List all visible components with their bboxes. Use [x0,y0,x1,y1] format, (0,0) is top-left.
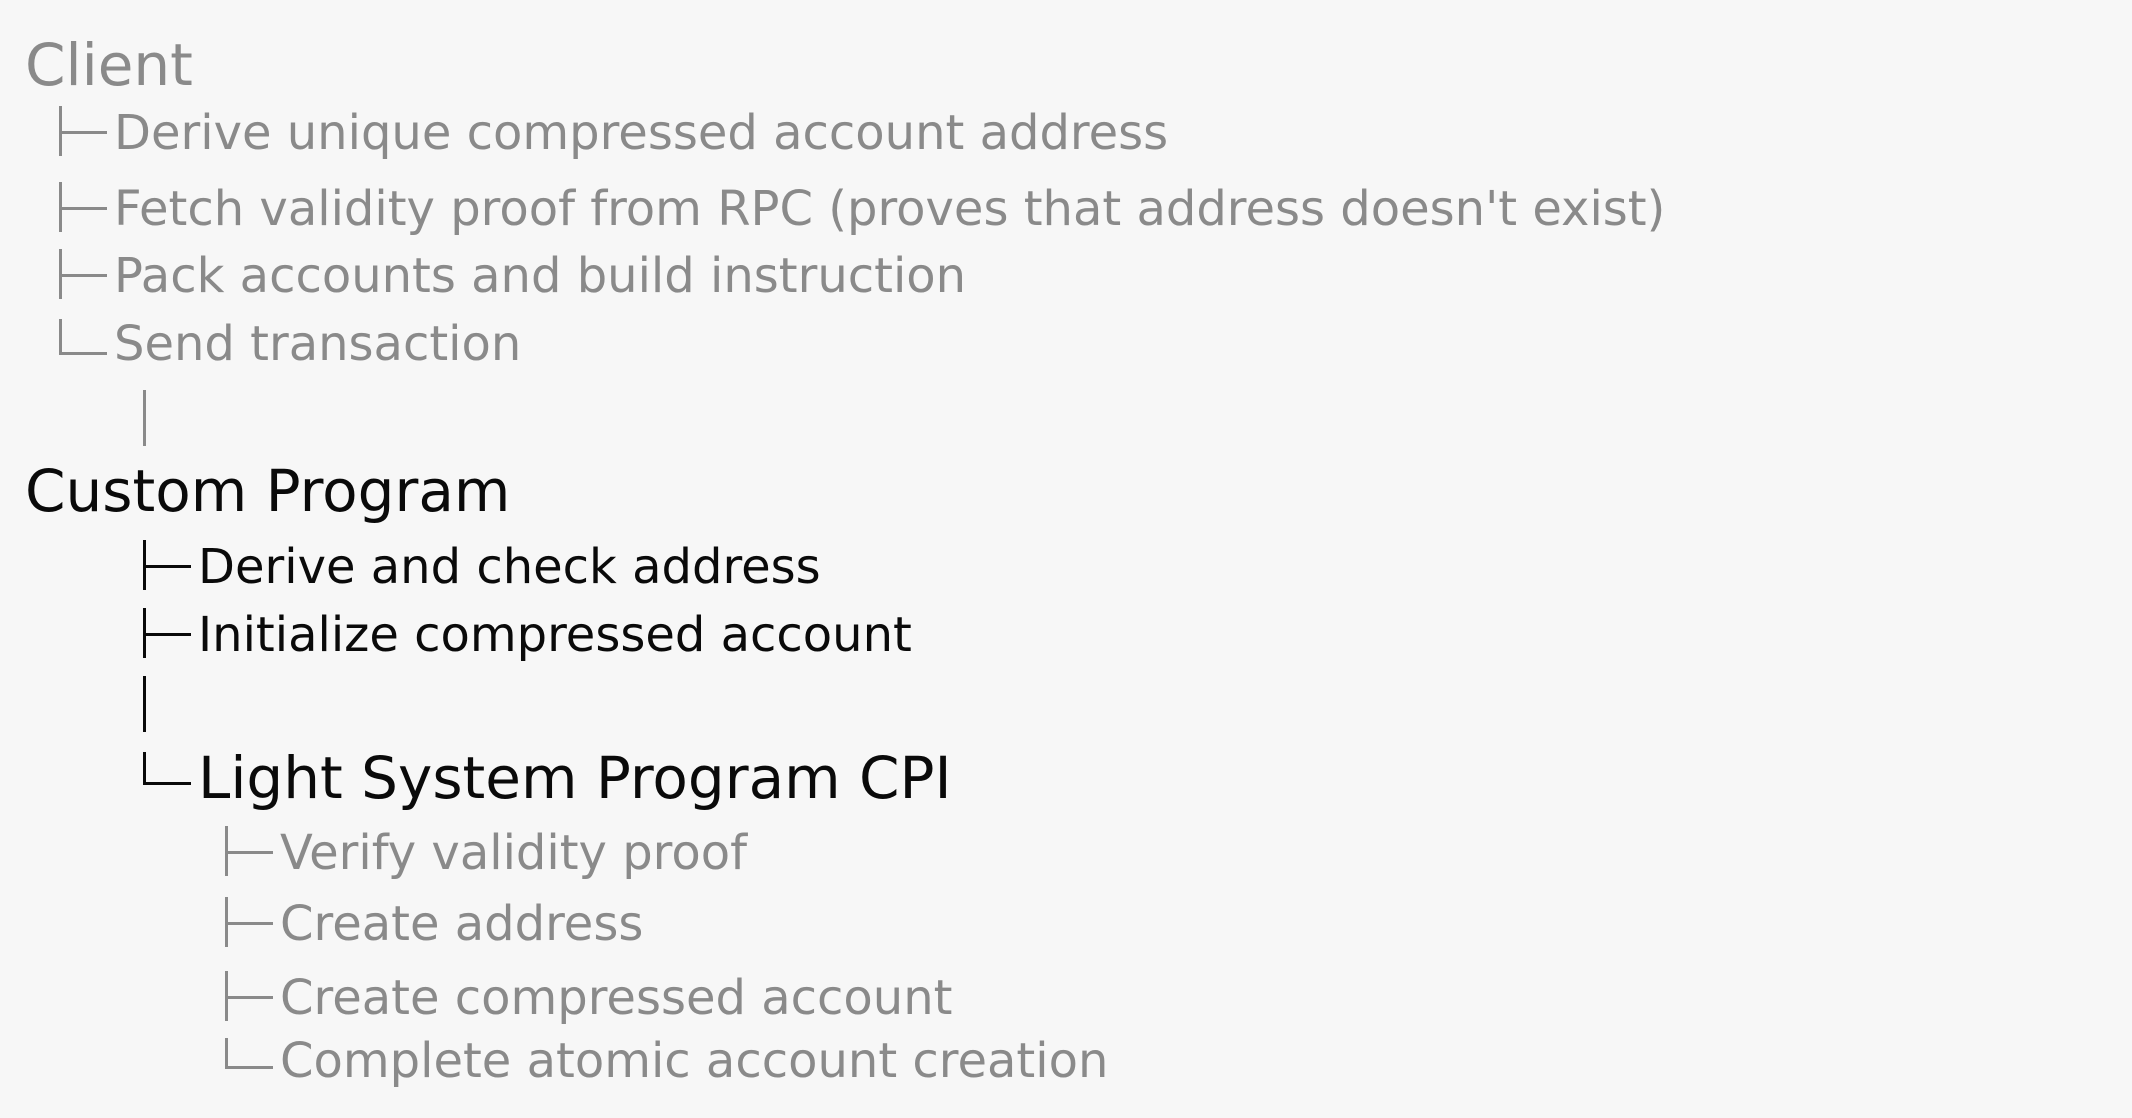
custom-program-step-initialize: Initialize compressed account [198,607,912,663]
client-step-fetch-proof: Fetch validity proof from RPC (proves th… [114,181,1666,237]
client-step-derive-address: Derive unique compressed account address [114,105,1169,161]
cpi-step-create-compressed-account: Create compressed account [280,970,953,1026]
cpi-step-complete-creation: Complete atomic account creation [280,1033,1109,1089]
light-system-program-title: Light System Program CPI [198,744,952,812]
client-step-send-transaction: Send transaction [114,316,522,372]
cpi-step-create-address: Create address [280,896,644,952]
custom-program-step-derive-check: Derive and check address [198,539,821,595]
client-title: Client [25,31,193,99]
client-step-pack-accounts: Pack accounts and build instruction [114,248,967,304]
custom-program-title: Custom Program [25,457,511,525]
cpi-step-verify-proof: Verify validity proof [280,825,747,881]
